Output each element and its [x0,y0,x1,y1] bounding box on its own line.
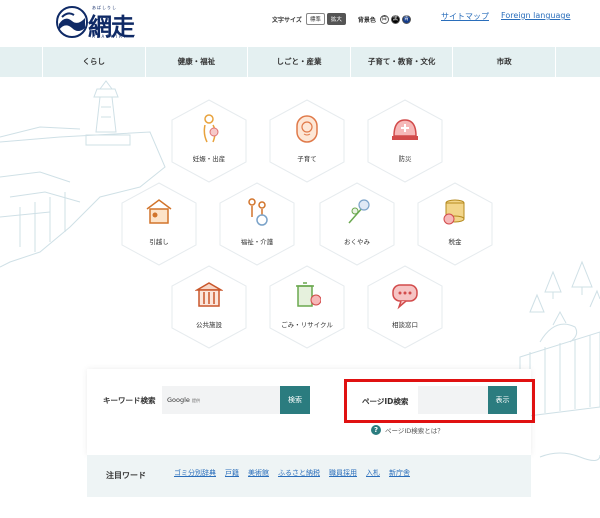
font-standard-button[interactable]: 標準 [305,13,325,25]
pregnancy-icon [203,114,219,143]
google-sub-text: 提供 [192,398,200,403]
category-tile[interactable]: 引越し [120,181,198,267]
bg-white-button[interactable]: 白 [379,14,389,24]
font-large-button[interactable]: 拡大 [326,13,346,25]
font-size-label: 文字サイズ [272,16,302,24]
category-tile-label: ごみ・リサイクル [281,321,333,329]
category-tile[interactable]: 防災 [366,98,444,184]
keyword-search-label: キーワード検索 [103,396,156,405]
category-tile-label: 公共施設 [196,321,222,329]
site-logo[interactable]: あばしりし 網走 ABASHIRI [56,5,136,41]
accessibility-tools: 文字サイズ 標準 拡大 背景色 白 黒 青 [272,12,413,26]
bg-black-button[interactable]: 黒 [390,14,400,24]
category-tile-label: 相談窓口 [392,321,418,329]
bg-blue-button[interactable]: 青 [401,14,411,24]
category-tile[interactable]: おくやみ [318,181,396,267]
sitemap-link[interactable]: サイトマップ [441,11,489,22]
flower-icon [348,199,370,224]
attention-link[interactable]: 職員採用 [329,468,357,478]
category-tile-label: 妊娠・出産 [192,155,226,163]
nav-item-work[interactable]: しごと・産業 [247,47,350,77]
google-text: Google [167,396,190,404]
building-icon [195,282,223,307]
nav-item-government[interactable]: 市政 [452,47,556,77]
logo-wave-icon [56,6,88,38]
keyword-search-button[interactable]: 検索 [280,386,310,414]
category-tile-label: 福祉・介護 [240,238,274,246]
attention-link[interactable]: 美術館 [248,468,269,478]
attention-link[interactable]: 戸籍 [225,468,239,478]
helmet-icon [392,119,418,140]
nav-item-health[interactable]: 健康・福祉 [144,47,248,77]
category-tile-label: 引越し [149,238,169,246]
logo-roman: ABASHIRI [92,34,127,39]
trash-icon [296,282,321,307]
attention-link[interactable]: ゴミ分別辞典 [174,468,216,478]
nav-item-kurashi[interactable]: くらし [42,47,145,77]
attention-links: ゴミ分別辞典 戸籍 美術館 ふるさと納税 職員採用 入札 新庁舎 [174,468,419,478]
category-tile-label: 税金 [448,238,462,246]
nav-item-education[interactable]: 子育て・教育・文化 [349,47,453,77]
category-tile[interactable]: ごみ・リサイクル [268,264,346,350]
coins-icon [443,199,465,225]
category-tile-label: おくやみ [344,238,370,246]
highlight-box [344,379,535,423]
category-tile[interactable]: 妊娠・出産 [170,98,248,184]
google-label: Google 提供 [167,396,200,404]
category-tile-label: 子育て [297,155,317,163]
category-tile[interactable]: 相談窓口 [366,264,444,350]
category-tile[interactable]: 税金 [416,181,494,267]
category-tile[interactable]: 子育て [268,98,346,184]
attention-link[interactable]: ふるさと納税 [278,468,320,478]
site-header: あばしりし 網走 ABASHIRI 文字サイズ 標準 拡大 背景色 白 黒 青 … [0,0,600,47]
attention-link[interactable]: 新庁舎 [389,468,410,478]
page-id-help-text: ページID検索とは？ [385,427,444,435]
bg-color-label: 背景色 [357,16,376,24]
global-nav: くらし 健康・福祉 しごと・産業 子育て・教育・文化 市政 [0,47,600,77]
moving-icon [146,199,172,224]
attention-link[interactable]: 入札 [366,468,380,478]
foreign-language-link[interactable]: Foreign language [501,11,570,20]
care-icon [248,198,268,226]
question-icon: ? [371,425,381,435]
category-tile-label: 防災 [398,155,412,163]
baby-icon [296,115,318,143]
attention-words-label: 注目ワード [106,471,146,480]
category-tile[interactable]: 公共施設 [170,264,248,350]
page-id-help-link[interactable]: ? ページID検索とは？ [371,424,444,436]
chat-icon [392,284,418,310]
category-tile[interactable]: 福祉・介護 [218,181,296,267]
